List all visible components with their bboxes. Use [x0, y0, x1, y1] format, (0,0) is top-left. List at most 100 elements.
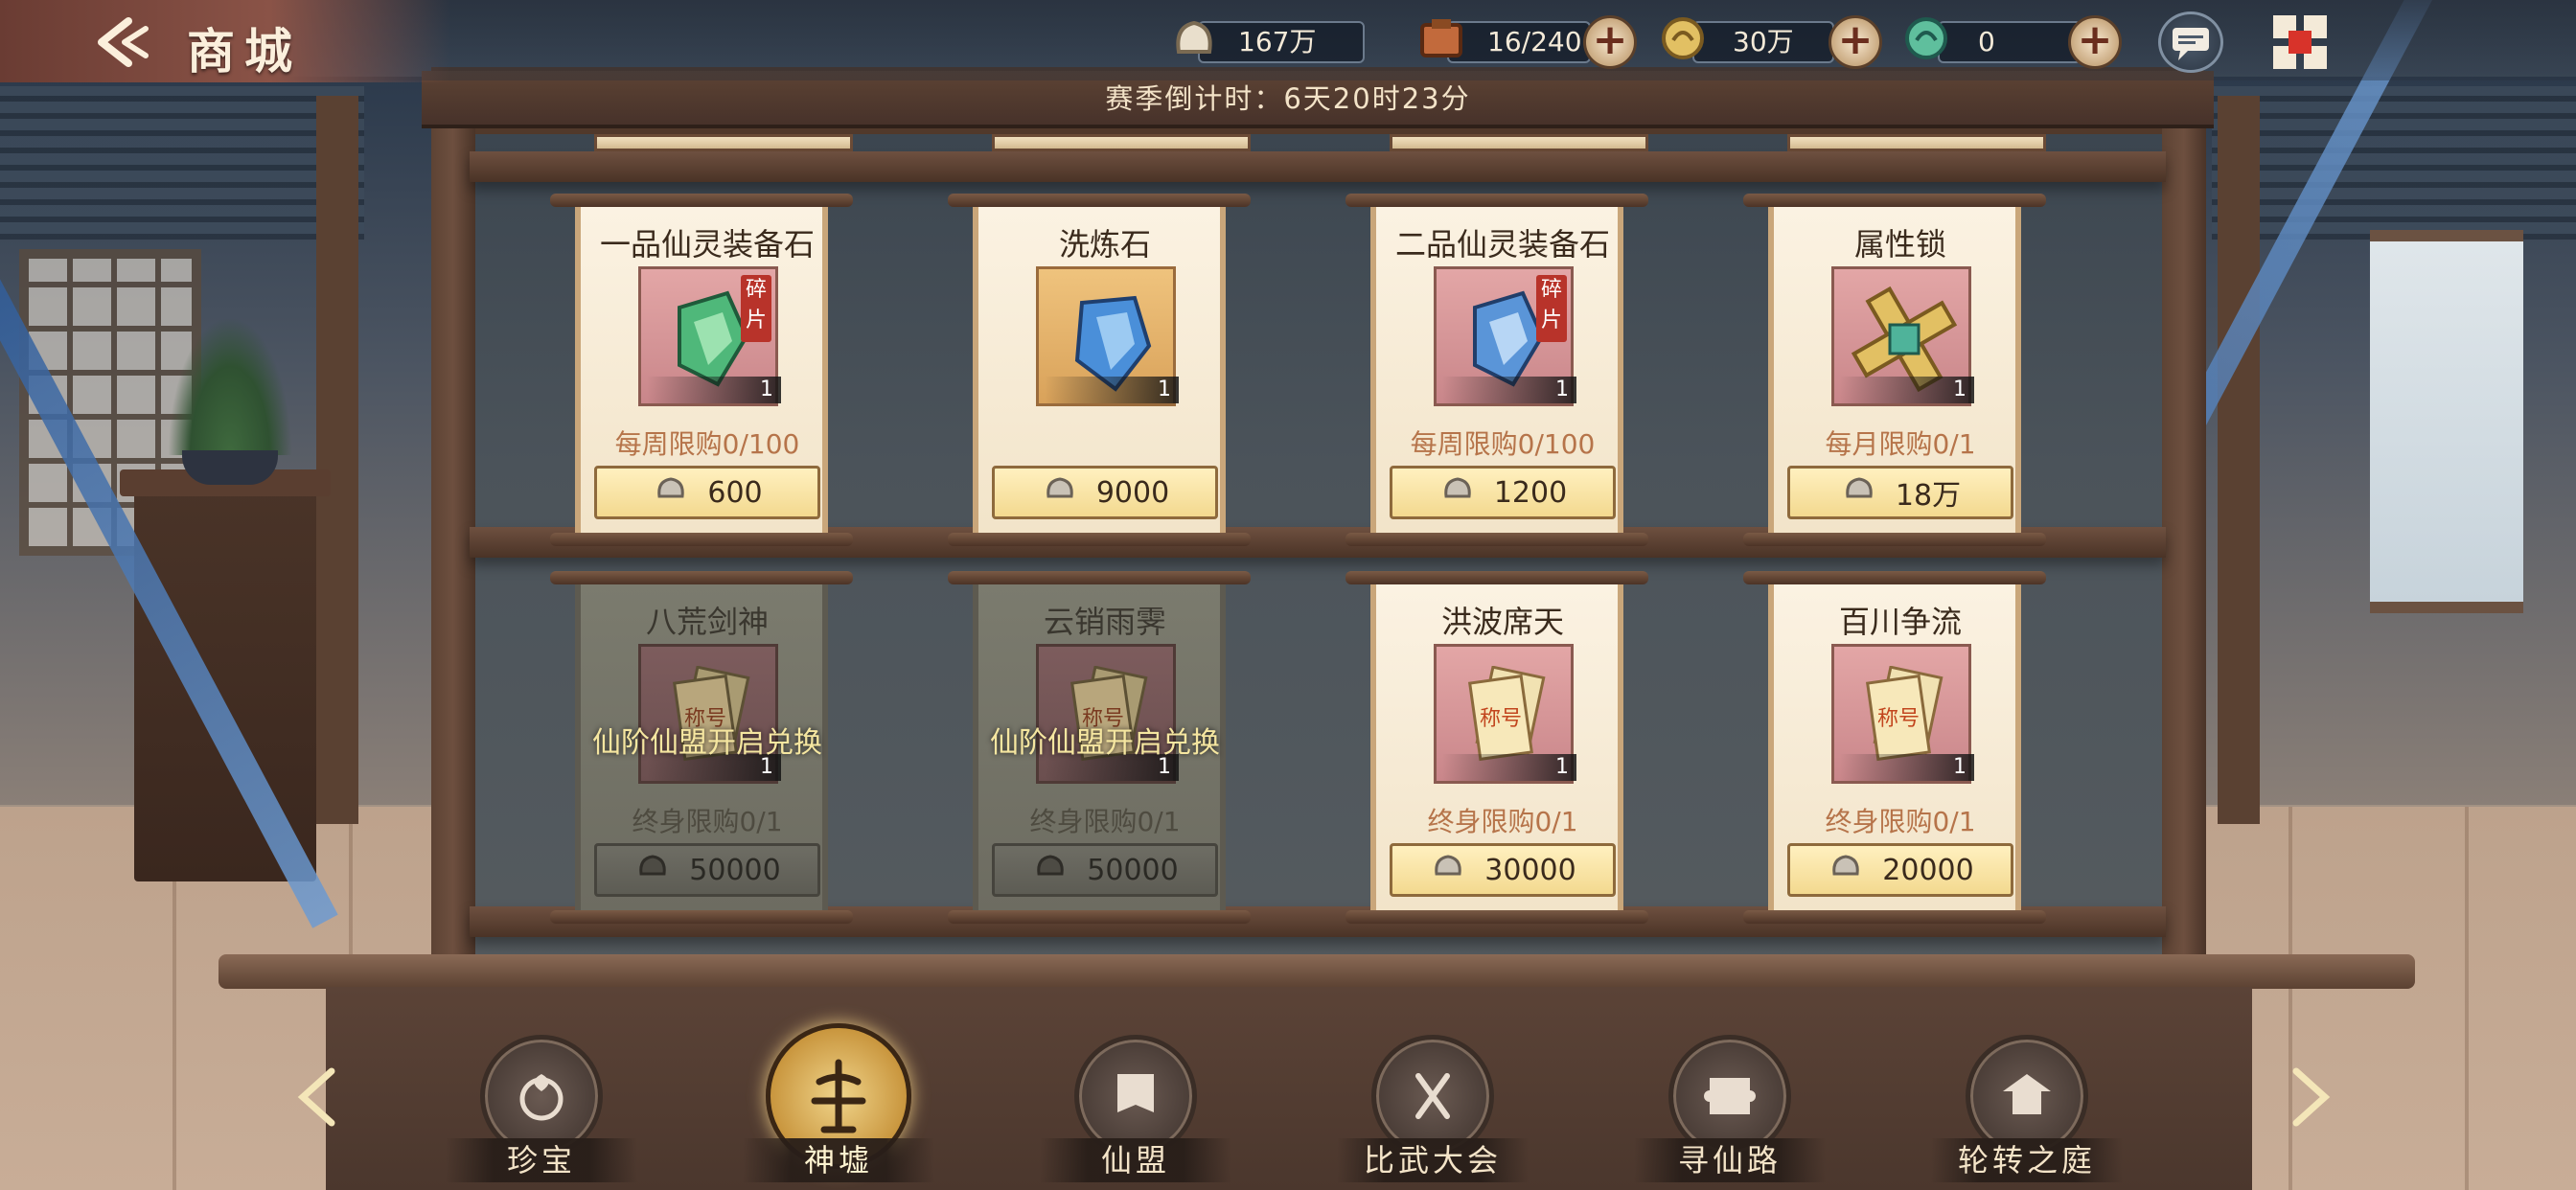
item-quantity: 1: [1840, 377, 1974, 403]
purchase-limit: 终身限购0/1: [1825, 806, 1976, 837]
currency-gold: 30万: [1692, 21, 1834, 63]
item-quantity: 1: [647, 377, 781, 403]
scroll-rod-top: [948, 194, 1251, 207]
tabs-prev-button[interactable]: [289, 1064, 347, 1131]
tab-label: 仙盟: [1040, 1138, 1231, 1182]
chevron-left-icon: [297, 1067, 335, 1127]
ticket-text: 称号: [1877, 707, 1920, 731]
purchase-limit: 每周限购0/100: [1410, 428, 1596, 460]
currency-value: 30万: [1733, 26, 1794, 57]
back-button[interactable]: [86, 13, 163, 71]
buy-button[interactable]: 18万: [1787, 466, 2013, 519]
background-pillar-right: [2218, 96, 2260, 824]
tab-immortal-path[interactable]: 寻仙路: [1634, 1016, 1826, 1190]
scroll-rod-bottom: [1346, 533, 1648, 546]
scroll-paper: 云销雨霁 称号 1 终身限购0/1 50000 仙阶仙盟开启兑换: [973, 584, 1226, 910]
tab-label: 轮转之庭: [1931, 1138, 2123, 1182]
scroll-rod-bottom: [550, 910, 853, 924]
item-name: 八荒剑神: [645, 604, 769, 640]
item-name: 洗炼石: [1058, 226, 1151, 263]
item-quantity: 1: [1045, 377, 1179, 403]
title-ticket-icon[interactable]: 称号 1: [1036, 644, 1179, 784]
scroll-rod-top: [550, 571, 853, 584]
buy-button[interactable]: 1200: [1390, 466, 1616, 519]
title-ticket-icon[interactable]: 称号 1: [1831, 644, 1974, 784]
fragment-tag: 碎片: [1536, 275, 1567, 342]
item-quantity: 1: [1442, 754, 1576, 781]
price-value: 50000: [1087, 853, 1179, 887]
silver-coin-icon: [1429, 847, 1467, 893]
scroll-rod-bottom: [948, 533, 1251, 546]
buy-button[interactable]: 600: [594, 466, 820, 519]
title-ticket-icon[interactable]: 称号 1: [1434, 644, 1576, 784]
scroll-rod-bottom: [1346, 910, 1648, 924]
blue-crystal-fragment-icon[interactable]: 碎片 1: [1434, 266, 1576, 406]
scroll-rod-top: [1346, 571, 1648, 584]
buy-button-disabled[interactable]: 50000: [992, 843, 1218, 897]
buy-button[interactable]: 30000: [1390, 843, 1616, 897]
silver-coin-icon: [1041, 469, 1079, 515]
shop-item-card[interactable]: 百川争流 称号 1 终身限购0/1 20000: [1743, 571, 2046, 924]
bag-icon: [1414, 11, 1468, 65]
scroll-rod-bottom: [550, 533, 853, 546]
tab-treasure[interactable]: 珍宝: [446, 1016, 637, 1190]
shop-item-card-locked[interactable]: 云销雨霁 称号 1 终身限购0/1 50000 仙阶仙盟开启兑换: [948, 571, 1251, 924]
shop-item-card[interactable]: 属性锁 1 每月限购0/1 18万: [1743, 194, 2046, 546]
shelf-post-right: [2162, 86, 2206, 968]
scroll-rod-top: [1346, 194, 1648, 207]
item-quantity: 1: [1840, 754, 1974, 781]
tabs-next-button[interactable]: [2281, 1064, 2338, 1131]
silver-coin-icon: [1031, 847, 1070, 893]
shop-item-card-locked[interactable]: 八荒剑神 称号 1 终身限购0/1 50000 仙阶仙盟开启兑换: [550, 571, 853, 924]
shop-item-card[interactable]: 洪波席天 称号 1 终身限购0/1 30000: [1346, 571, 1648, 924]
blue-stone-icon[interactable]: 1: [1036, 266, 1179, 406]
item-quantity: 1: [1442, 377, 1576, 403]
tab-alliance[interactable]: 仙盟: [1040, 1016, 1231, 1190]
unlock-requirement-text: 仙阶仙盟开启兑换: [592, 726, 822, 760]
currency-bag: 16/240: [1447, 21, 1591, 63]
add-bag-button[interactable]: +: [1583, 15, 1637, 69]
buy-button[interactable]: 20000: [1787, 843, 2013, 897]
silver-coin-icon: [1438, 469, 1477, 515]
tab-cycle-court[interactable]: 轮转之庭: [1931, 1016, 2123, 1190]
purchase-limit: 每月限购0/1: [1825, 428, 1976, 460]
currency-value: 0: [1978, 26, 1995, 57]
tab-tournament[interactable]: 比武大会: [1337, 1016, 1529, 1190]
previous-row-scroll-edge: [992, 134, 1251, 151]
scroll-paper: 八荒剑神 称号 1 终身限购0/1 50000 仙阶仙盟开启兑换: [575, 584, 828, 910]
jade-dragon-icon: [1899, 11, 1953, 65]
scroll-rod-top: [550, 194, 853, 207]
price-value: 30000: [1484, 853, 1576, 887]
shop-item-card[interactable]: 一品仙灵装备石 碎片 1 每周限购0/100 600: [550, 194, 853, 546]
back-arrow-icon: [98, 17, 149, 67]
item-name: 一品仙灵装备石: [599, 226, 815, 263]
silver-coin-icon: [1167, 11, 1221, 65]
green-crystal-fragment-icon[interactable]: 碎片 1: [638, 266, 781, 406]
item-name: 云销雨霁: [1043, 604, 1166, 640]
attribute-lock-icon[interactable]: 1: [1831, 266, 1974, 406]
scroll-rod-bottom: [948, 910, 1251, 924]
buy-button-disabled[interactable]: 50000: [594, 843, 820, 897]
item-name: 洪波席天: [1440, 604, 1564, 640]
plant-pot: [182, 450, 278, 485]
currency-value: 16/240: [1487, 26, 1582, 57]
page-title: 商城: [187, 23, 302, 80]
tab-divine-ruins[interactable]: 神墟: [743, 1016, 934, 1190]
add-gold-button[interactable]: +: [1828, 15, 1882, 69]
menu-button[interactable]: [2271, 13, 2329, 71]
title-ticket-icon: 称号: [1866, 666, 1944, 762]
shop-item-card[interactable]: 二品仙灵装备石 碎片 1 每周限购0/100 1200: [1346, 194, 1648, 546]
chat-button[interactable]: [2158, 11, 2223, 73]
scroll-paper: 一品仙灵装备石 碎片 1 每周限购0/100 600: [575, 207, 828, 533]
silver-coin-icon: [633, 847, 672, 893]
chat-bubble-icon: [2173, 28, 2209, 60]
title-ticket-icon[interactable]: 称号 1: [638, 644, 781, 784]
scroll-rod-bottom: [1743, 533, 2046, 546]
scroll-paper: 百川争流 称号 1 终身限购0/1 20000: [1768, 584, 2021, 910]
buy-button[interactable]: 9000: [992, 466, 1218, 519]
tab-label: 寻仙路: [1634, 1138, 1826, 1182]
shop-item-card[interactable]: 洗炼石 1 9000: [948, 194, 1251, 546]
currency-jade: 0: [1938, 21, 2082, 63]
price-value: 9000: [1095, 475, 1170, 510]
add-jade-button[interactable]: +: [2068, 15, 2122, 69]
